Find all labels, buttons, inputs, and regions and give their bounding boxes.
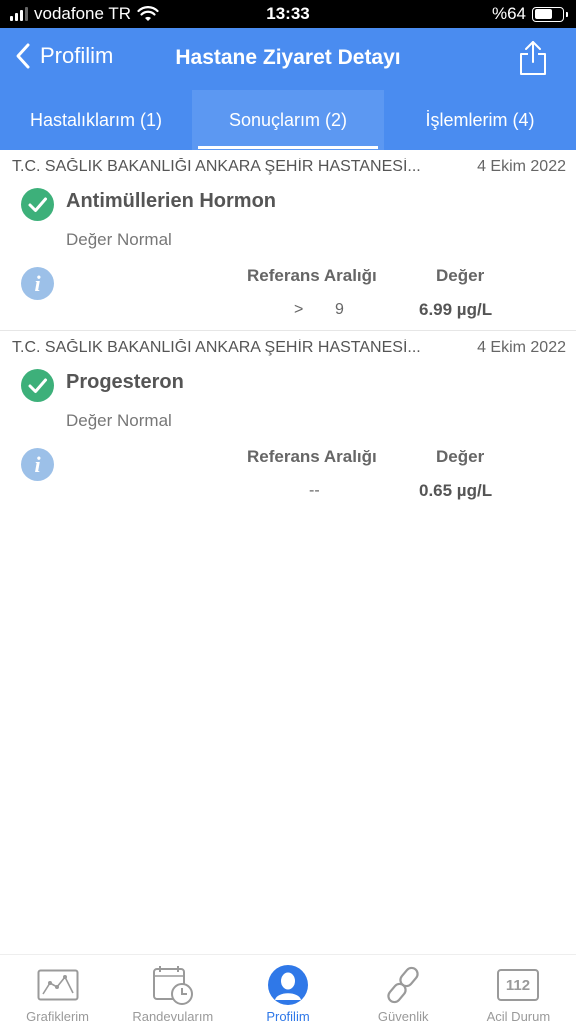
nav-label: Güvenlik (377, 1009, 429, 1024)
tab-sonuclarim[interactable]: Sonuçlarım (2) (192, 90, 384, 150)
profile-icon (266, 963, 310, 1007)
check-circle-icon (21, 188, 54, 221)
result-value: 0.65 µg/L (419, 481, 493, 500)
reference-range-header: Referans Aralığı (247, 266, 377, 285)
hospital-name: T.C. SAĞLIK BAKANLIĞI ANKARA ŞEHİR HASTA… (12, 158, 421, 175)
back-label: Profilim (40, 43, 114, 68)
tab-islemlerim[interactable]: İşlemlerim (4) (384, 90, 576, 150)
share-icon[interactable] (518, 40, 548, 76)
tab-label: Hastalıklarım (1) (29, 109, 163, 130)
value-header: Değer (436, 447, 485, 466)
result-status: Değer Normal (66, 411, 172, 430)
chevron-left-icon (16, 43, 30, 69)
result-date: 4 Ekim 2022 (477, 158, 566, 175)
battery-icon (532, 6, 568, 22)
tab-hastaliklarim[interactable]: Hastalıklarım (1) (0, 90, 192, 150)
info-icon[interactable]: i (21, 267, 54, 300)
nav-acil-durum[interactable]: 112 Acil Durum (461, 955, 576, 1024)
status-time: 13:33 (266, 4, 310, 23)
result-card[interactable]: T.C. SAĞLIK BAKANLIĞI ANKARA ŞEHİR HASTA… (0, 150, 576, 331)
status-right: %64 (491, 4, 568, 24)
reference-range-header: Referans Aralığı (247, 447, 377, 466)
reference-operator: > (294, 301, 304, 318)
card-header: T.C. SAĞLIK BAKANLIĞI ANKARA ŞEHİR HASTA… (12, 339, 566, 357)
nav-guvenlik[interactable]: Güvenlik (346, 955, 461, 1024)
result-date: 4 Ekim 2022 (477, 339, 566, 356)
test-name: Progesteron (66, 371, 184, 393)
results-list: T.C. SAĞLIK BAKANLIĞI ANKARA ŞEHİR HASTA… (0, 150, 576, 512)
battery-percent: %64 (491, 4, 526, 23)
info-icon[interactable]: i (21, 448, 54, 481)
nav-grafiklerim[interactable]: Grafiklerim (0, 955, 115, 1024)
calendar-clock-icon (151, 963, 195, 1007)
nav-header: Profilim Hastane Ziyaret Detayı (0, 28, 576, 90)
check-circle-icon (21, 369, 54, 402)
nav-profilim[interactable]: Profilim (230, 955, 345, 1024)
value-header: Değer (436, 266, 485, 285)
nav-label: Acil Durum (486, 1009, 551, 1024)
result-status: Değer Normal (66, 230, 172, 249)
back-button[interactable]: Profilim (14, 42, 113, 70)
nav-label: Grafiklerim (26, 1009, 90, 1024)
battery-fill (534, 9, 552, 19)
test-name: Antimüllerien Hormon (66, 190, 277, 212)
tab-label: İşlemlerim (4) (425, 109, 535, 130)
result-value: 6.99 µg/L (419, 300, 493, 319)
emergency-112-icon: 112 (496, 963, 540, 1007)
reference-range: -- (309, 482, 320, 499)
hospital-name: T.C. SAĞLIK BAKANLIĞI ANKARA ŞEHİR HASTA… (12, 339, 421, 356)
status-bar: vodafone TR 13:33 %64 (0, 0, 576, 28)
link-icon (381, 963, 425, 1007)
result-card[interactable]: T.C. SAĞLIK BAKANLIĞI ANKARA ŞEHİR HASTA… (0, 331, 576, 512)
nav-label: Randevularım (132, 1009, 214, 1024)
card-header: T.C. SAĞLIK BAKANLIĞI ANKARA ŞEHİR HASTA… (12, 158, 566, 176)
nav-randevularim[interactable]: Randevularım (115, 955, 230, 1024)
tab-label: Sonuçlarım (2) (228, 109, 348, 130)
nav-label: Profilim (266, 1009, 310, 1024)
chart-icon (36, 963, 80, 1007)
reference-value: 9 (335, 301, 344, 318)
bottom-tab-bar: Grafiklerim Randevularım Profilim Güvenl… (0, 954, 576, 1024)
tab-bar: Hastalıklarım (1) Sonuçlarım (2) İşlemle… (0, 90, 576, 150)
emergency-number: 112 (506, 977, 530, 994)
